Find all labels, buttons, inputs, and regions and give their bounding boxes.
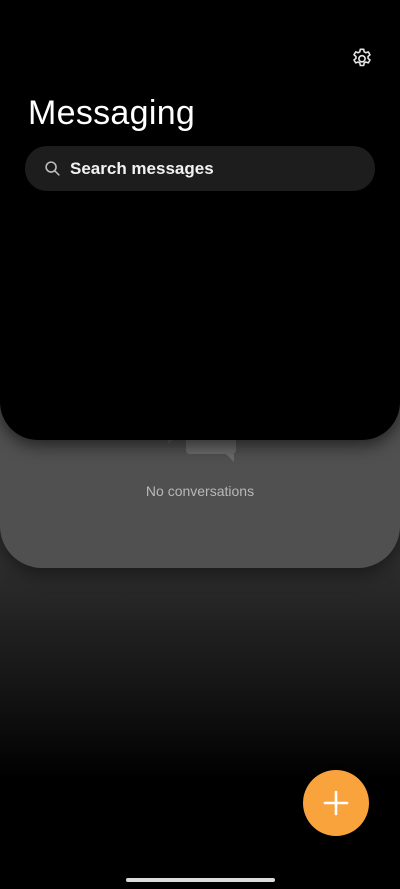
header-card: Messaging Search messages: [0, 0, 400, 440]
settings-button[interactable]: [348, 44, 376, 72]
plus-icon: [323, 790, 349, 816]
gear-icon: [353, 48, 371, 67]
empty-state-message: No conversations: [145, 483, 255, 499]
gesture-nav-handle[interactable]: [126, 878, 275, 882]
search-input[interactable]: Search messages: [25, 146, 375, 191]
page-title: Messaging: [28, 94, 196, 132]
new-conversation-button[interactable]: [303, 770, 369, 836]
messaging-screen: No conversations Messaging Search messag…: [0, 0, 400, 889]
search-placeholder: Search messages: [70, 158, 214, 178]
search-icon: [43, 160, 61, 178]
